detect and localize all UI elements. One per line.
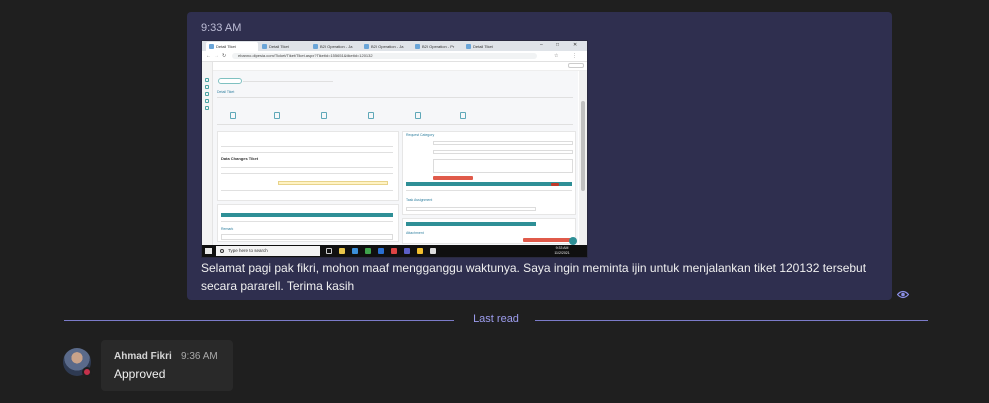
browser-tab[interactable]: B2I Operation - Ja (310, 42, 360, 51)
scrollbar-thumb[interactable] (581, 101, 585, 191)
teams-icon[interactable] (404, 248, 410, 254)
row-line (221, 152, 393, 153)
divider (217, 124, 573, 125)
last-read-label: Last read (473, 313, 519, 325)
clock-date: 11/2/2021 (554, 251, 570, 255)
browser-tab[interactable]: B2I Operation - Ja (361, 42, 411, 51)
edge-icon[interactable] (352, 248, 358, 254)
table-header (406, 182, 572, 186)
content-tab[interactable] (218, 78, 242, 84)
row-line (221, 167, 393, 168)
app-left-nav (202, 62, 213, 245)
tab-underline (243, 81, 333, 82)
attachment-card: Attachment (402, 218, 576, 244)
browser-tab[interactable]: Detail Tiket (206, 42, 258, 51)
section-title-detail: Detail Tiket (217, 90, 235, 94)
browser-address-bar: ← → ↻ ebanno.dipesia.com/Ticket/Tiket/Ti… (202, 51, 587, 62)
row-line (221, 146, 393, 147)
detail-card: Data Changes Tiket (217, 131, 399, 201)
section-title-changes: Data Changes Tiket (221, 156, 259, 161)
section-title-request: Request Category (406, 133, 435, 137)
table-row (221, 221, 393, 222)
maximize-icon[interactable]: □ (556, 41, 559, 50)
table-header (221, 213, 393, 217)
app-content: Detail Tiket Data Changes Tiket Request … (213, 71, 578, 245)
add-button[interactable] (433, 176, 473, 180)
file-explorer-icon[interactable] (339, 248, 345, 254)
table-header (406, 222, 536, 226)
browser-tab[interactable]: B2I Operation - Pr (412, 42, 462, 51)
remark-field[interactable] (221, 234, 393, 240)
url-field[interactable]: ebanno.dipesia.com/Ticket/Tiket/Tiket.as… (232, 53, 537, 59)
last-read-divider-line (64, 320, 454, 321)
delete-button[interactable] (551, 183, 559, 186)
message-timestamp: 9:36 AM (181, 351, 218, 362)
type-select[interactable] (433, 150, 573, 154)
back-icon[interactable]: ← (206, 53, 211, 59)
nav-icon[interactable] (205, 92, 209, 96)
star-icon[interactable]: ☆ (554, 53, 558, 59)
section-title-remark: Remark (221, 227, 234, 231)
reload-icon[interactable]: ↻ (222, 53, 226, 59)
browser-tab[interactable]: Detail Tiket (259, 42, 309, 51)
section-title-attachment: Attachment (406, 231, 424, 235)
app-icon[interactable] (391, 248, 397, 254)
browser-tab-bar: Detail Tiket Detail Tiket B2I Operation … (202, 41, 587, 51)
user-menu-button[interactable] (568, 63, 584, 68)
row-line (221, 190, 393, 191)
task-card: Remark (217, 204, 399, 242)
last-read-divider-line (535, 320, 928, 321)
attached-screenshot[interactable]: Detail Tiket Detail Tiket B2I Operation … (201, 40, 588, 258)
row-line (221, 173, 393, 174)
message-text: Approved (114, 367, 166, 381)
more-icon[interactable]: ⋮ (572, 53, 577, 59)
taskbar-search[interactable]: Type here to search (216, 246, 320, 256)
windows-start-icon[interactable] (205, 248, 212, 254)
table-row (406, 190, 572, 191)
nav-icon[interactable] (205, 99, 209, 103)
browser-tab[interactable]: Detail Tiket (463, 42, 513, 51)
divider (217, 97, 573, 98)
message-author[interactable]: Ahmad Fikri (114, 351, 172, 362)
minimize-icon[interactable]: – (540, 41, 543, 50)
taskbar-clock[interactable]: 9:33 AM 11/2/2021 (539, 246, 585, 256)
assignee-field[interactable] (406, 207, 536, 211)
request-card: Request Category Task Assignment (402, 131, 576, 215)
category-select[interactable] (433, 141, 573, 145)
forward-icon[interactable]: → (214, 53, 219, 59)
nav-icon[interactable] (205, 78, 209, 82)
upload-button[interactable] (523, 238, 571, 242)
app-top-bar (213, 62, 587, 71)
message-text: Selamat pagi pak fikri, mohon maaf mengg… (201, 261, 867, 293)
nav-icon[interactable] (205, 106, 209, 110)
presence-status-icon (82, 367, 92, 377)
own-message-bubble[interactable]: 9:33 AM Detail Tiket Detail Tiket B2I Op… (187, 12, 909, 300)
app-icon[interactable] (378, 248, 384, 254)
app-icon[interactable] (430, 248, 436, 254)
nav-icon[interactable] (205, 85, 209, 89)
description-field[interactable] (433, 159, 573, 173)
close-icon[interactable]: ✕ (573, 41, 577, 50)
seen-eye-icon (897, 290, 909, 299)
app-icon[interactable] (365, 248, 371, 254)
chat-fab-button[interactable] (569, 237, 577, 245)
highlighted-field[interactable] (278, 181, 388, 185)
message-timestamp: 9:33 AM (201, 22, 242, 34)
chrome-icon[interactable] (417, 248, 423, 254)
reply-message-bubble[interactable]: Ahmad Fikri 9:36 AM Approved (101, 340, 233, 391)
windows-taskbar: Type here to search 9:33 AM 11/2/2021 (202, 245, 587, 257)
task-view-icon[interactable] (326, 248, 332, 254)
section-title-assign: Task Assignment (406, 198, 433, 202)
